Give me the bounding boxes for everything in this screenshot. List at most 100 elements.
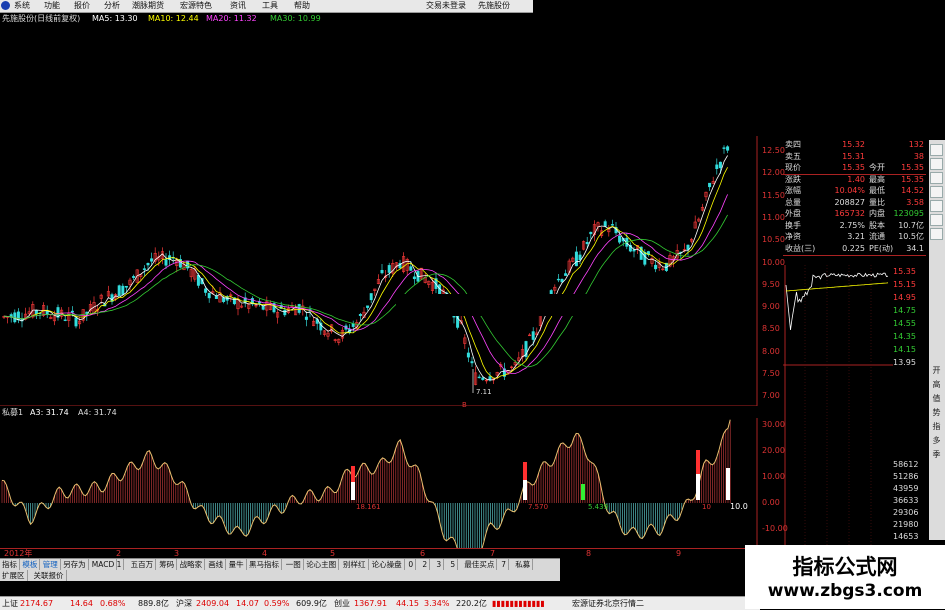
price-axis-tick: 9.50 xyxy=(762,279,780,289)
indicator-tab[interactable]: 管理 xyxy=(41,559,61,570)
indicator-chart[interactable] xyxy=(0,418,760,548)
indicator-tab[interactable]: 2 xyxy=(420,559,431,570)
sz-amount: 609.9亿 xyxy=(296,599,327,608)
quote-row: 净资 3.21 流通 10.5亿 xyxy=(783,232,926,242)
candle-body xyxy=(150,258,154,262)
toolbar-text-button[interactable]: 值 xyxy=(930,393,943,405)
menu-item-futures[interactable]: 潮脉期货 xyxy=(132,0,164,12)
intraday-chart[interactable] xyxy=(783,265,893,545)
indicator-name: 私募1 xyxy=(2,408,24,417)
indicator-tab[interactable]: 1 xyxy=(115,559,125,570)
toolbar-text-button[interactable]: 开 xyxy=(930,365,943,377)
intraday-axis-tick: 13.95 xyxy=(893,358,916,367)
extension-tab[interactable]: 关联报价 xyxy=(32,570,67,581)
menu-item-help[interactable]: 帮助 xyxy=(294,0,310,12)
quote-value: 10.04% xyxy=(834,186,865,195)
watermark-url: www.zbgs3.com xyxy=(767,581,923,601)
ma5-label: MA5: 13.30 xyxy=(92,14,138,23)
intraday-axis-tick: 14.55 xyxy=(893,319,916,328)
indicator-axis-tick: 30.00 xyxy=(762,420,785,429)
trade-login-status[interactable]: 交易未登录 xyxy=(426,0,466,12)
toolbar-text-button[interactable]: 指 xyxy=(930,421,943,433)
candle-body xyxy=(531,331,535,340)
volume-axis-tick: 14653 xyxy=(893,532,919,541)
toolbar-text-button[interactable]: 多 xyxy=(930,435,943,447)
indicator-tab[interactable]: 指标 xyxy=(0,559,20,570)
quote-value: 165732 xyxy=(834,209,865,218)
indicator-tab[interactable]: 五百万 xyxy=(129,559,157,570)
date-axis-tick: 9 xyxy=(676,549,682,558)
indicator-signal-bar xyxy=(351,482,355,500)
quote-label: 换手 xyxy=(785,220,801,230)
quote-label: 收益(三) xyxy=(785,243,816,253)
menu-item-quote[interactable]: 报价 xyxy=(74,0,90,12)
indicator-tab[interactable]: 别样红 xyxy=(341,559,369,570)
candle-body xyxy=(556,278,560,281)
indicator-label-1: 18.161 xyxy=(356,503,381,511)
indicator-tab[interactable]: 画线 xyxy=(206,559,227,570)
indicator-tab[interactable]: 筹码 xyxy=(157,559,178,570)
indicator-tab[interactable]: 私募 xyxy=(513,559,534,570)
intraday-axis-tick: 15.15 xyxy=(893,280,916,289)
watermark-title: 指标公式网 xyxy=(792,555,898,579)
panel-divider xyxy=(783,255,926,256)
quote-row: 涨跌 1.40 最高 15.35 xyxy=(783,175,926,185)
indicator-tab[interactable]: 黑马指标 xyxy=(247,559,282,570)
quote-label-right: 今开 xyxy=(869,163,885,172)
toolbar-text-button[interactable]: 高 xyxy=(930,379,943,391)
menu-item-system[interactable]: 系统 xyxy=(14,0,30,12)
indicator-tab[interactable]: 7 xyxy=(499,559,509,570)
indicator-tab[interactable]: 5 xyxy=(448,559,459,570)
menu-item-function[interactable]: 功能 xyxy=(44,0,60,12)
menu-item-tools[interactable]: 工具 xyxy=(262,0,278,12)
candle-body xyxy=(585,242,589,245)
menu-item-news[interactable]: 资讯 xyxy=(230,0,246,12)
candle-body xyxy=(610,224,614,226)
indicator-tab[interactable]: 最佳买点 xyxy=(462,559,498,570)
sz-label: 沪深 xyxy=(176,599,192,608)
candle-body xyxy=(117,285,121,297)
candle-body xyxy=(654,264,658,270)
indicator-tab[interactable]: 3 xyxy=(434,559,445,570)
candle-body xyxy=(63,319,67,321)
low-price-annotation: 7.11 xyxy=(476,388,492,396)
indicator-tab[interactable]: 战略家 xyxy=(178,559,206,570)
candle-body xyxy=(718,161,722,169)
candle-body xyxy=(358,314,362,316)
quote-value-right: 14.52 xyxy=(901,186,924,195)
intraday-grid xyxy=(804,265,872,545)
indicator-tabs: 指标 模板 管理 另存为 MACD 1 五百万 筹码 战略家 画线 量牛 黑马指标 一图 论心主图 别样红论… xyxy=(0,558,560,570)
quote-row: 涨幅 10.04% 最低 14.52 xyxy=(783,186,926,196)
menu-item-analysis[interactable]: 分析 xyxy=(104,0,120,12)
extension-tab[interactable]: 扩展区 xyxy=(0,570,28,581)
price-chart[interactable] xyxy=(0,26,760,406)
price-axis-tick: 7.50 xyxy=(762,369,780,378)
candle-body xyxy=(578,254,582,261)
indicator-tab[interactable]: 一图 xyxy=(284,559,304,570)
sh-label: 上证 xyxy=(2,599,18,608)
menu-item-special[interactable]: 宏源特色 xyxy=(180,0,212,12)
candle-body xyxy=(164,259,168,266)
indicator-tab[interactable]: MACD xyxy=(90,559,118,570)
candle-body xyxy=(715,164,719,169)
indicator-tab[interactable]: 论心主图 xyxy=(304,559,340,570)
indicator-tab[interactable]: 量牛 xyxy=(227,559,247,570)
toolbar-text-button[interactable]: 势 xyxy=(930,407,943,419)
cy-value: 1367.91 xyxy=(354,599,388,608)
intraday-axis-tick: 14.15 xyxy=(893,345,916,354)
indicator-tab[interactable]: 另存为 xyxy=(61,559,89,570)
chart-occlusion xyxy=(396,294,604,316)
candle-body xyxy=(387,265,391,273)
candle-body xyxy=(481,377,485,380)
indicator-signal-bar xyxy=(351,466,355,482)
candle-body xyxy=(618,235,622,243)
candle-body xyxy=(643,252,647,265)
indicator-tab[interactable]: 模板 xyxy=(20,559,41,570)
intraday-axis-tick: 14.35 xyxy=(893,332,916,341)
candle-body xyxy=(70,310,74,313)
toolbar-text-button[interactable]: 季 xyxy=(930,449,943,461)
indicator-tab[interactable]: 0 xyxy=(406,559,417,570)
sh-value: 2174.67 xyxy=(20,599,54,608)
indicator-tab[interactable]: 论心操盘 xyxy=(370,559,405,570)
candle-body xyxy=(124,285,128,288)
